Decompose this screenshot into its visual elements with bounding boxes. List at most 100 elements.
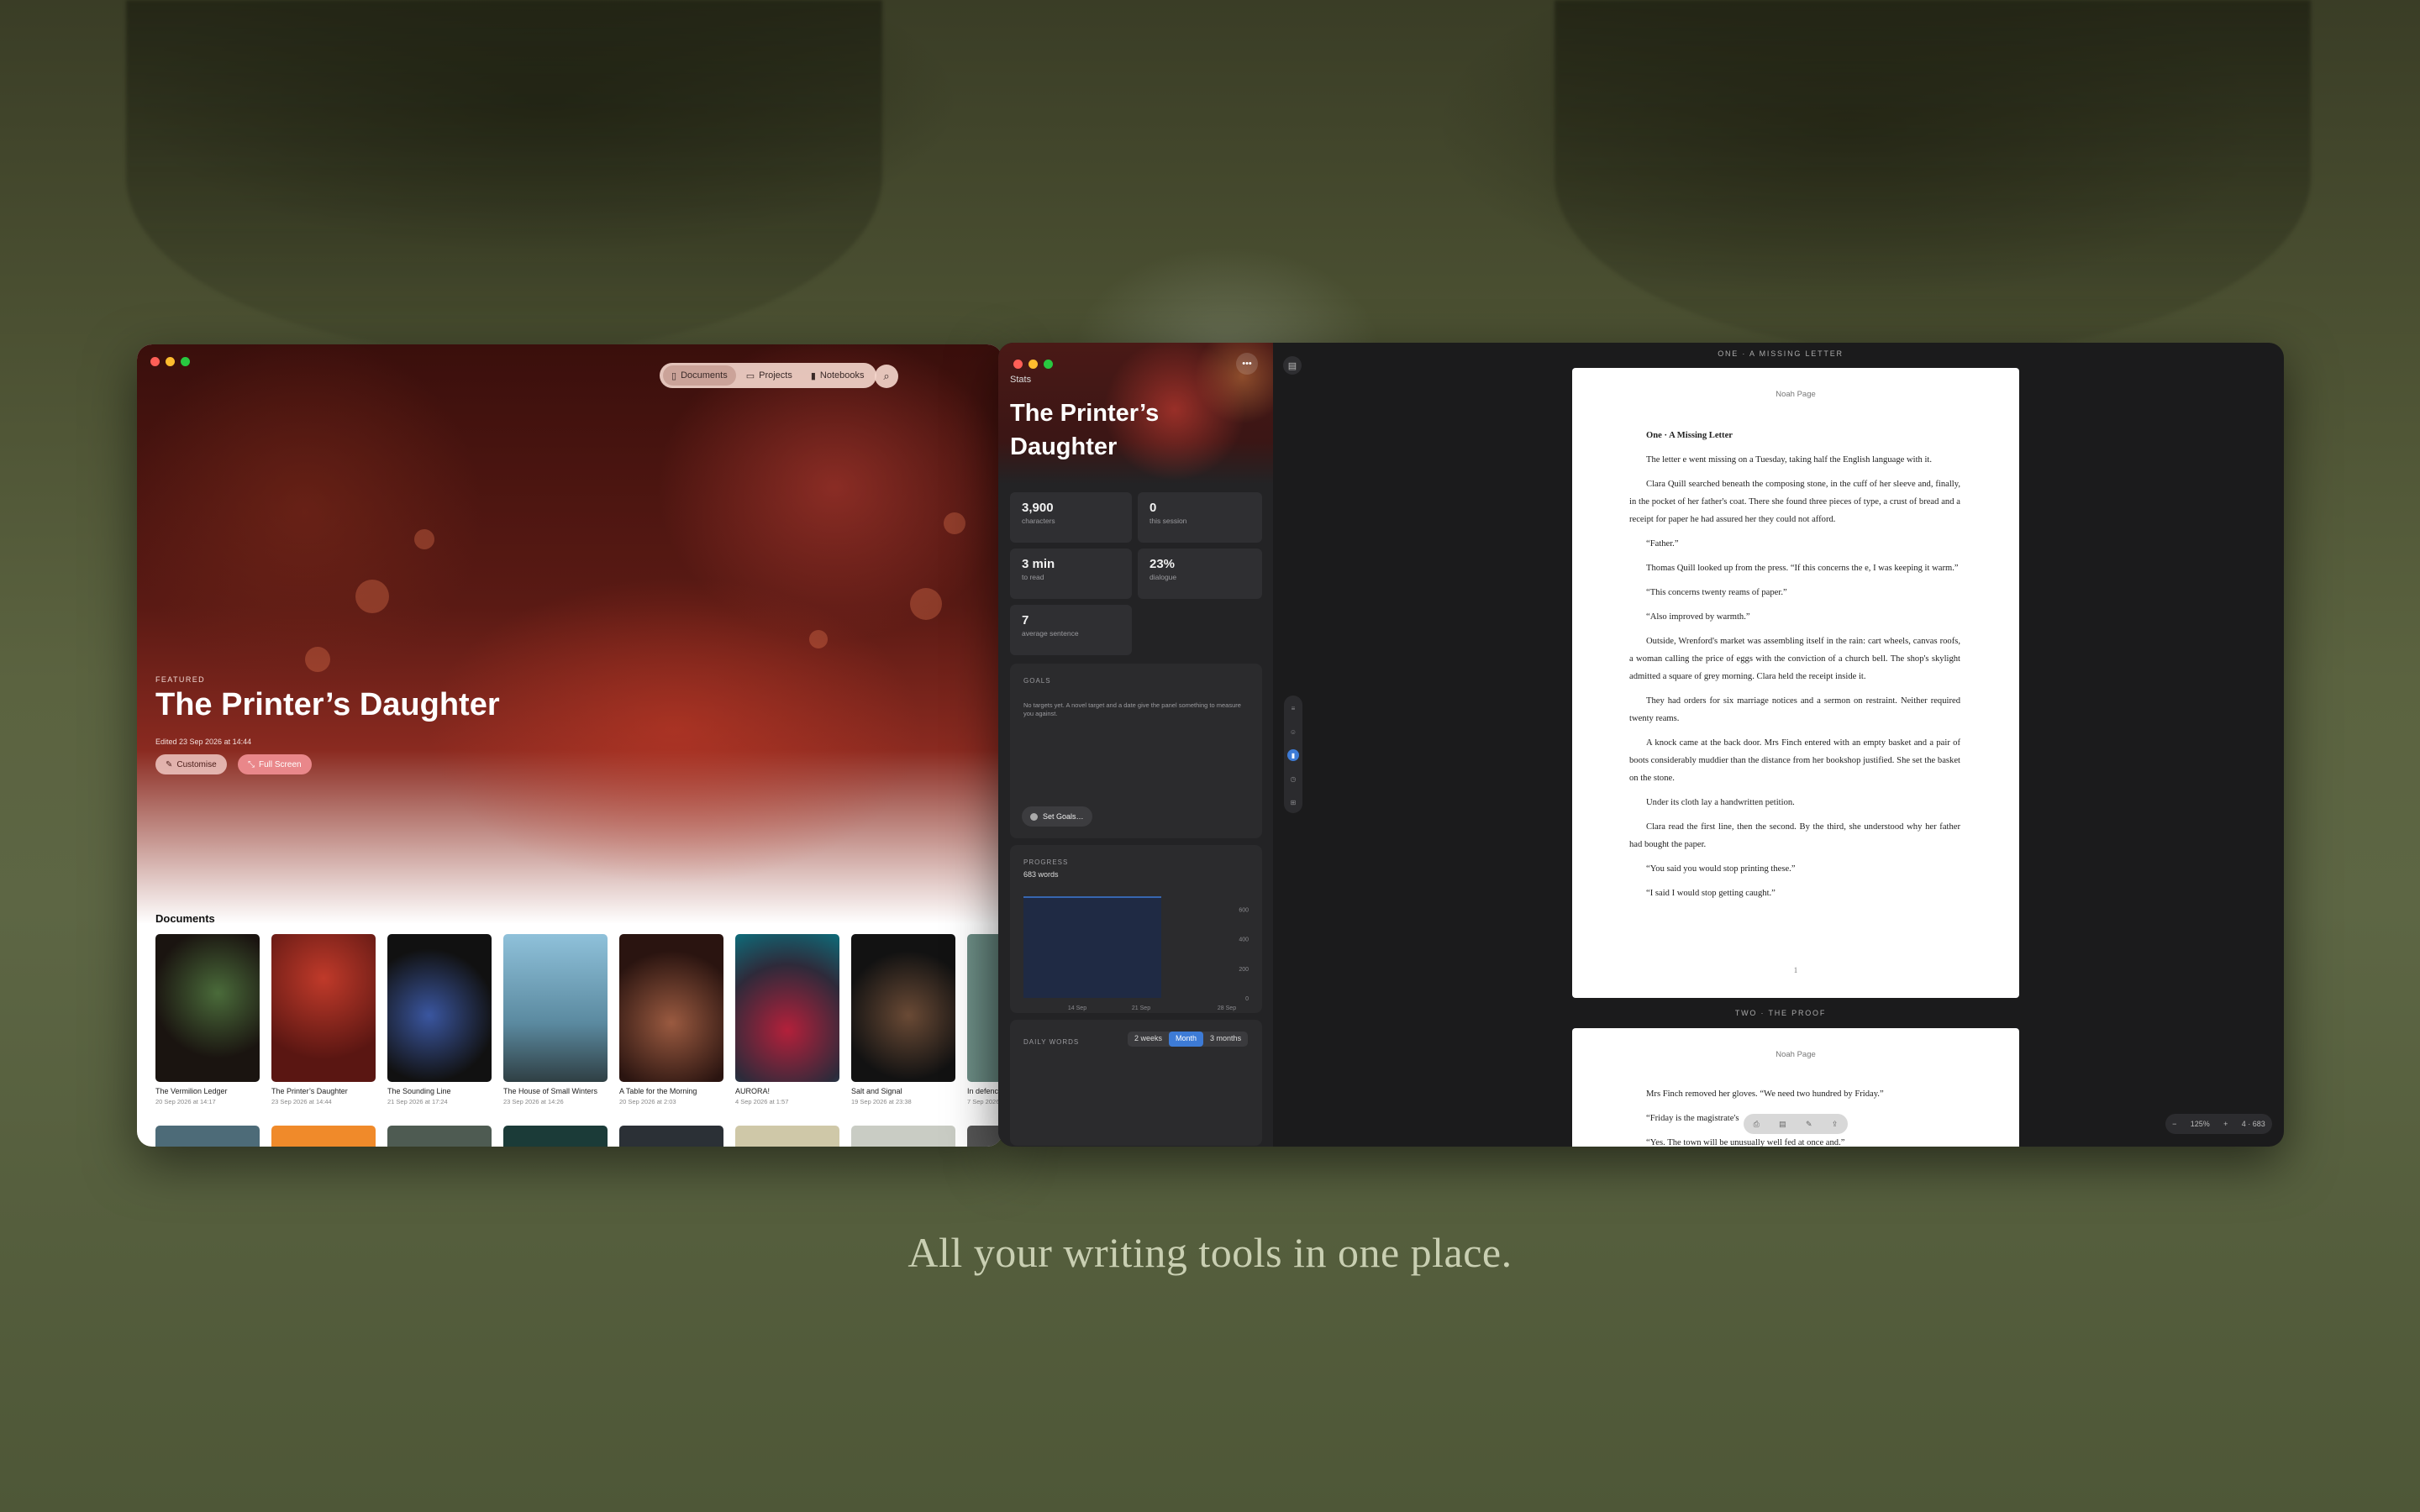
document-card[interactable] xyxy=(735,1126,839,1147)
document-card[interactable] xyxy=(851,1126,955,1147)
document-card[interactable] xyxy=(503,934,608,1082)
stat-session: 0 this session xyxy=(1138,492,1262,543)
stat-label: dialogue xyxy=(1150,573,1177,581)
stat-value: 23% xyxy=(1150,557,1176,571)
y-tick-label: 200 xyxy=(1239,967,1249,973)
zoom-button[interactable] xyxy=(181,357,190,366)
tab-notebooks[interactable]: ▮ Notebooks xyxy=(802,365,873,386)
tab-label: Documents xyxy=(681,370,728,381)
print-icon[interactable]: ⎙ xyxy=(1754,1120,1760,1129)
stat-value: 3,900 xyxy=(1022,501,1054,515)
document-card[interactable] xyxy=(271,934,376,1082)
range-2-weeks[interactable]: 2 weeks xyxy=(1128,1032,1169,1047)
characters-icon[interactable]: ☺ xyxy=(1287,726,1299,738)
progress-panel: PROGRESS 683 words 600 400 200 0 14 Sep 21 Se… xyxy=(1010,845,1262,1013)
zoom-in-button[interactable]: + xyxy=(2223,1120,2228,1128)
document-card[interactable] xyxy=(155,1126,260,1147)
tab-documents[interactable]: ▯ Documents xyxy=(663,365,736,386)
goals-heading: GOALS xyxy=(1023,677,1051,685)
page-text: One · A Missing Letter The letter e went… xyxy=(1629,427,1960,909)
document-date: 4 Sep 2026 at 1:57 xyxy=(735,1098,789,1105)
brush-icon: ✎ xyxy=(166,759,173,769)
chapter-heading: TWO · THE PROOF xyxy=(1734,1009,1827,1017)
history-icon[interactable]: ◷ xyxy=(1287,773,1299,785)
document-date: 23 Sep 2026 at 14:44 xyxy=(271,1098,332,1105)
chapter-heading: ONE · A MISSING LETTER xyxy=(1718,349,1844,358)
range-3-months[interactable]: 3 months xyxy=(1203,1032,1248,1047)
export-icon[interactable]: ⇪ xyxy=(1832,1120,1839,1129)
paragraph: A knock came at the back door. Mrs Finch… xyxy=(1629,738,1960,783)
progress-chart: 600 400 200 0 14 Sep 21 Sep 28 Sep xyxy=(1023,896,1249,1011)
x-tick-label: 21 Sep xyxy=(1132,1005,1150,1011)
document-card[interactable] xyxy=(155,934,260,1082)
range-month[interactable]: Month xyxy=(1169,1032,1204,1047)
document-card[interactable] xyxy=(387,934,492,1082)
stat-average-sentence: 7 average sentence xyxy=(1010,605,1132,655)
customise-button[interactable]: ✎ Customise xyxy=(155,754,227,774)
document-card[interactable] xyxy=(619,934,723,1082)
minimize-button[interactable] xyxy=(1028,360,1038,369)
paragraph: They had orders for six marriage notices… xyxy=(1629,696,1960,723)
button-label: Customise xyxy=(176,759,217,769)
tab-projects[interactable]: ▭ Projects xyxy=(738,365,801,386)
document-date: 20 Sep 2026 at 14:17 xyxy=(155,1098,216,1105)
fullscreen-button[interactable]: ⤡ Full Screen xyxy=(238,754,312,774)
stats-icon[interactable]: ▮ xyxy=(1287,749,1299,761)
grid-icon[interactable]: ⊞ xyxy=(1287,796,1299,808)
window-controls xyxy=(1013,360,1053,369)
formatting-toolbar: ⎙ ▤ ✎ ⇪ xyxy=(1744,1114,1848,1134)
page-header-author: Noah Page xyxy=(1776,1050,1816,1059)
documents-heading: Documents xyxy=(155,912,215,925)
paragraph: Clara read the first line, then the seco… xyxy=(1629,822,1960,849)
document-card[interactable] xyxy=(503,1126,608,1147)
close-button[interactable] xyxy=(150,357,160,366)
paragraph: “Yes. The town will be unusually well fe… xyxy=(1646,1138,1845,1147)
featured-title: The Printer’s Daughter xyxy=(155,687,500,722)
x-tick-label: 14 Sep xyxy=(1068,1005,1086,1011)
goals-panel: GOALS No targets yet. A novel target and… xyxy=(1010,664,1262,838)
stats-label: Stats xyxy=(1010,375,1032,385)
document-card[interactable] xyxy=(619,1126,723,1147)
target-icon xyxy=(1030,812,1038,821)
document-title: A Table for the Morning xyxy=(619,1087,697,1095)
zoom-button[interactable] xyxy=(1044,360,1053,369)
paragraph: “This concerns twenty reams of paper.” xyxy=(1646,588,1787,597)
close-button[interactable] xyxy=(1013,360,1023,369)
curtain-left xyxy=(126,0,882,353)
page-info: 4 · 683 xyxy=(2241,1120,2265,1128)
sidebar-toggle-button[interactable]: ▤ xyxy=(1283,356,1302,375)
goals-text: No targets yet. A novel target and a dat… xyxy=(1023,701,1241,717)
y-tick-label: 0 xyxy=(1245,996,1249,1002)
outline-icon[interactable]: ≡ xyxy=(1287,702,1299,714)
layout-icon[interactable]: ▤ xyxy=(1779,1120,1786,1129)
stat-label: this session xyxy=(1150,517,1187,525)
document-title: The Vermilion Ledger xyxy=(155,1087,228,1095)
stats-title: The Printer’s Daughter xyxy=(1010,400,1160,460)
library-nav: ▯ Documents ▭ Projects ▮ Notebooks xyxy=(660,363,876,388)
stat-value: 0 xyxy=(1150,501,1157,515)
document-card[interactable] xyxy=(387,1126,492,1147)
document-card[interactable] xyxy=(851,934,955,1082)
pen-icon[interactable]: ✎ xyxy=(1806,1120,1812,1129)
document-card[interactable] xyxy=(967,934,1002,1082)
daily-words-heading: DAILY WORDS xyxy=(1023,1038,1080,1046)
document-card[interactable] xyxy=(735,934,839,1082)
document-title: The House of Small Winters xyxy=(503,1087,598,1095)
document-title: In defence xyxy=(967,1087,1002,1095)
document-title: The Sounding Line xyxy=(387,1087,451,1095)
x-tick-label: 28 Sep xyxy=(1218,1005,1236,1011)
document-card[interactable] xyxy=(967,1126,1002,1147)
tab-label: Notebooks xyxy=(819,370,865,381)
stat-label: to read xyxy=(1022,573,1044,581)
page-number: 1 xyxy=(1793,966,1798,974)
paragraph: Mrs Finch removed her gloves. “We need t… xyxy=(1646,1089,1884,1099)
more-button[interactable]: ••• xyxy=(1236,353,1258,375)
minimize-button[interactable] xyxy=(166,357,175,366)
manuscript-page[interactable]: Noah Page One · A Missing Letter The let… xyxy=(1572,368,2019,998)
document-card[interactable] xyxy=(271,1126,376,1147)
search-button[interactable]: ⌕ xyxy=(875,365,898,388)
zoom-out-button[interactable]: − xyxy=(2172,1120,2176,1128)
set-goals-button[interactable]: Set Goals… xyxy=(1022,806,1092,827)
zoom-level: 125% xyxy=(2190,1120,2210,1128)
document-title: The Printer’s Daughter xyxy=(271,1087,348,1095)
